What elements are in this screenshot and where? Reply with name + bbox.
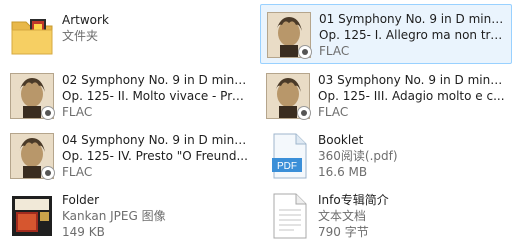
- file-name-line1: 04 Symphony No. 9 in D minor,: [62, 133, 250, 147]
- file-type: 360阅读(.pdf): [318, 149, 398, 163]
- file-size: 790 字节: [318, 225, 369, 239]
- file-name-line2: Op. 125- III. Adagio molto e c...: [318, 89, 505, 103]
- pdf-file-icon: PDF: [264, 132, 312, 180]
- file-name-line2: Op. 125- I. Allegro ma non tro...: [319, 28, 505, 42]
- file-type: Kankan JPEG 图像: [62, 209, 166, 223]
- file-type: FLAC: [318, 105, 349, 119]
- folder-icon: [8, 12, 56, 60]
- album-badge-icon: [41, 106, 55, 120]
- file-name-line1: 01 Symphony No. 9 in D minor,: [319, 12, 505, 26]
- beethoven-album-icon: [264, 72, 312, 120]
- beethoven-album-icon: [8, 132, 56, 180]
- file-name-line2: Op. 125- II. Molto vivace - Pre...: [62, 89, 250, 103]
- file-type: FLAC: [62, 105, 93, 119]
- album-cover-image-icon: [8, 192, 56, 240]
- file-type: 文本文档: [318, 209, 367, 223]
- file-name: Info专辑简介: [318, 193, 389, 207]
- file-name-line1: 02 Symphony No. 9 in D minor,: [62, 73, 250, 87]
- file-item-folder-image[interactable]: Folder Kankan JPEG 图像 149 KB: [4, 186, 256, 246]
- file-name: Folder: [62, 193, 100, 207]
- file-item-info[interactable]: Info专辑简介 文本文档 790 字节: [260, 186, 512, 246]
- album-badge-icon: [41, 166, 55, 180]
- text-document-icon: [264, 192, 312, 240]
- album-badge-icon: [297, 106, 311, 120]
- file-size: 16.6 MB: [318, 165, 368, 179]
- beethoven-album-icon: [265, 11, 313, 59]
- file-name-line1: 03 Symphony No. 9 in D minor,: [318, 73, 506, 87]
- file-type: FLAC: [319, 44, 350, 58]
- file-item-track-03[interactable]: 03 Symphony No. 9 in D minor, Op. 125- I…: [260, 66, 512, 126]
- file-type: FLAC: [62, 165, 93, 179]
- file-item-track-02[interactable]: 02 Symphony No. 9 in D minor, Op. 125- I…: [4, 66, 256, 126]
- beethoven-album-icon: [8, 72, 56, 120]
- svg-text:PDF: PDF: [277, 161, 297, 172]
- file-size: 149 KB: [62, 225, 105, 239]
- album-badge-icon: [298, 45, 312, 59]
- file-name-line2: Op. 125- IV. Presto "O Freund...: [62, 149, 248, 163]
- file-item-track-04[interactable]: 04 Symphony No. 9 in D minor, Op. 125- I…: [4, 126, 256, 186]
- file-item-artwork[interactable]: Artwork 文件夹: [4, 6, 256, 66]
- file-name: Artwork: [62, 13, 109, 27]
- file-explorer-tiles-view: Artwork 文件夹 01 Symphony No. 9 in D minor…: [0, 0, 515, 251]
- file-name: Booklet: [318, 133, 364, 147]
- file-item-track-01[interactable]: 01 Symphony No. 9 in D minor, Op. 125- I…: [260, 4, 512, 64]
- file-item-booklet[interactable]: PDF Booklet 360阅读(.pdf) 16.6 MB: [260, 126, 512, 186]
- file-type: 文件夹: [62, 29, 99, 43]
